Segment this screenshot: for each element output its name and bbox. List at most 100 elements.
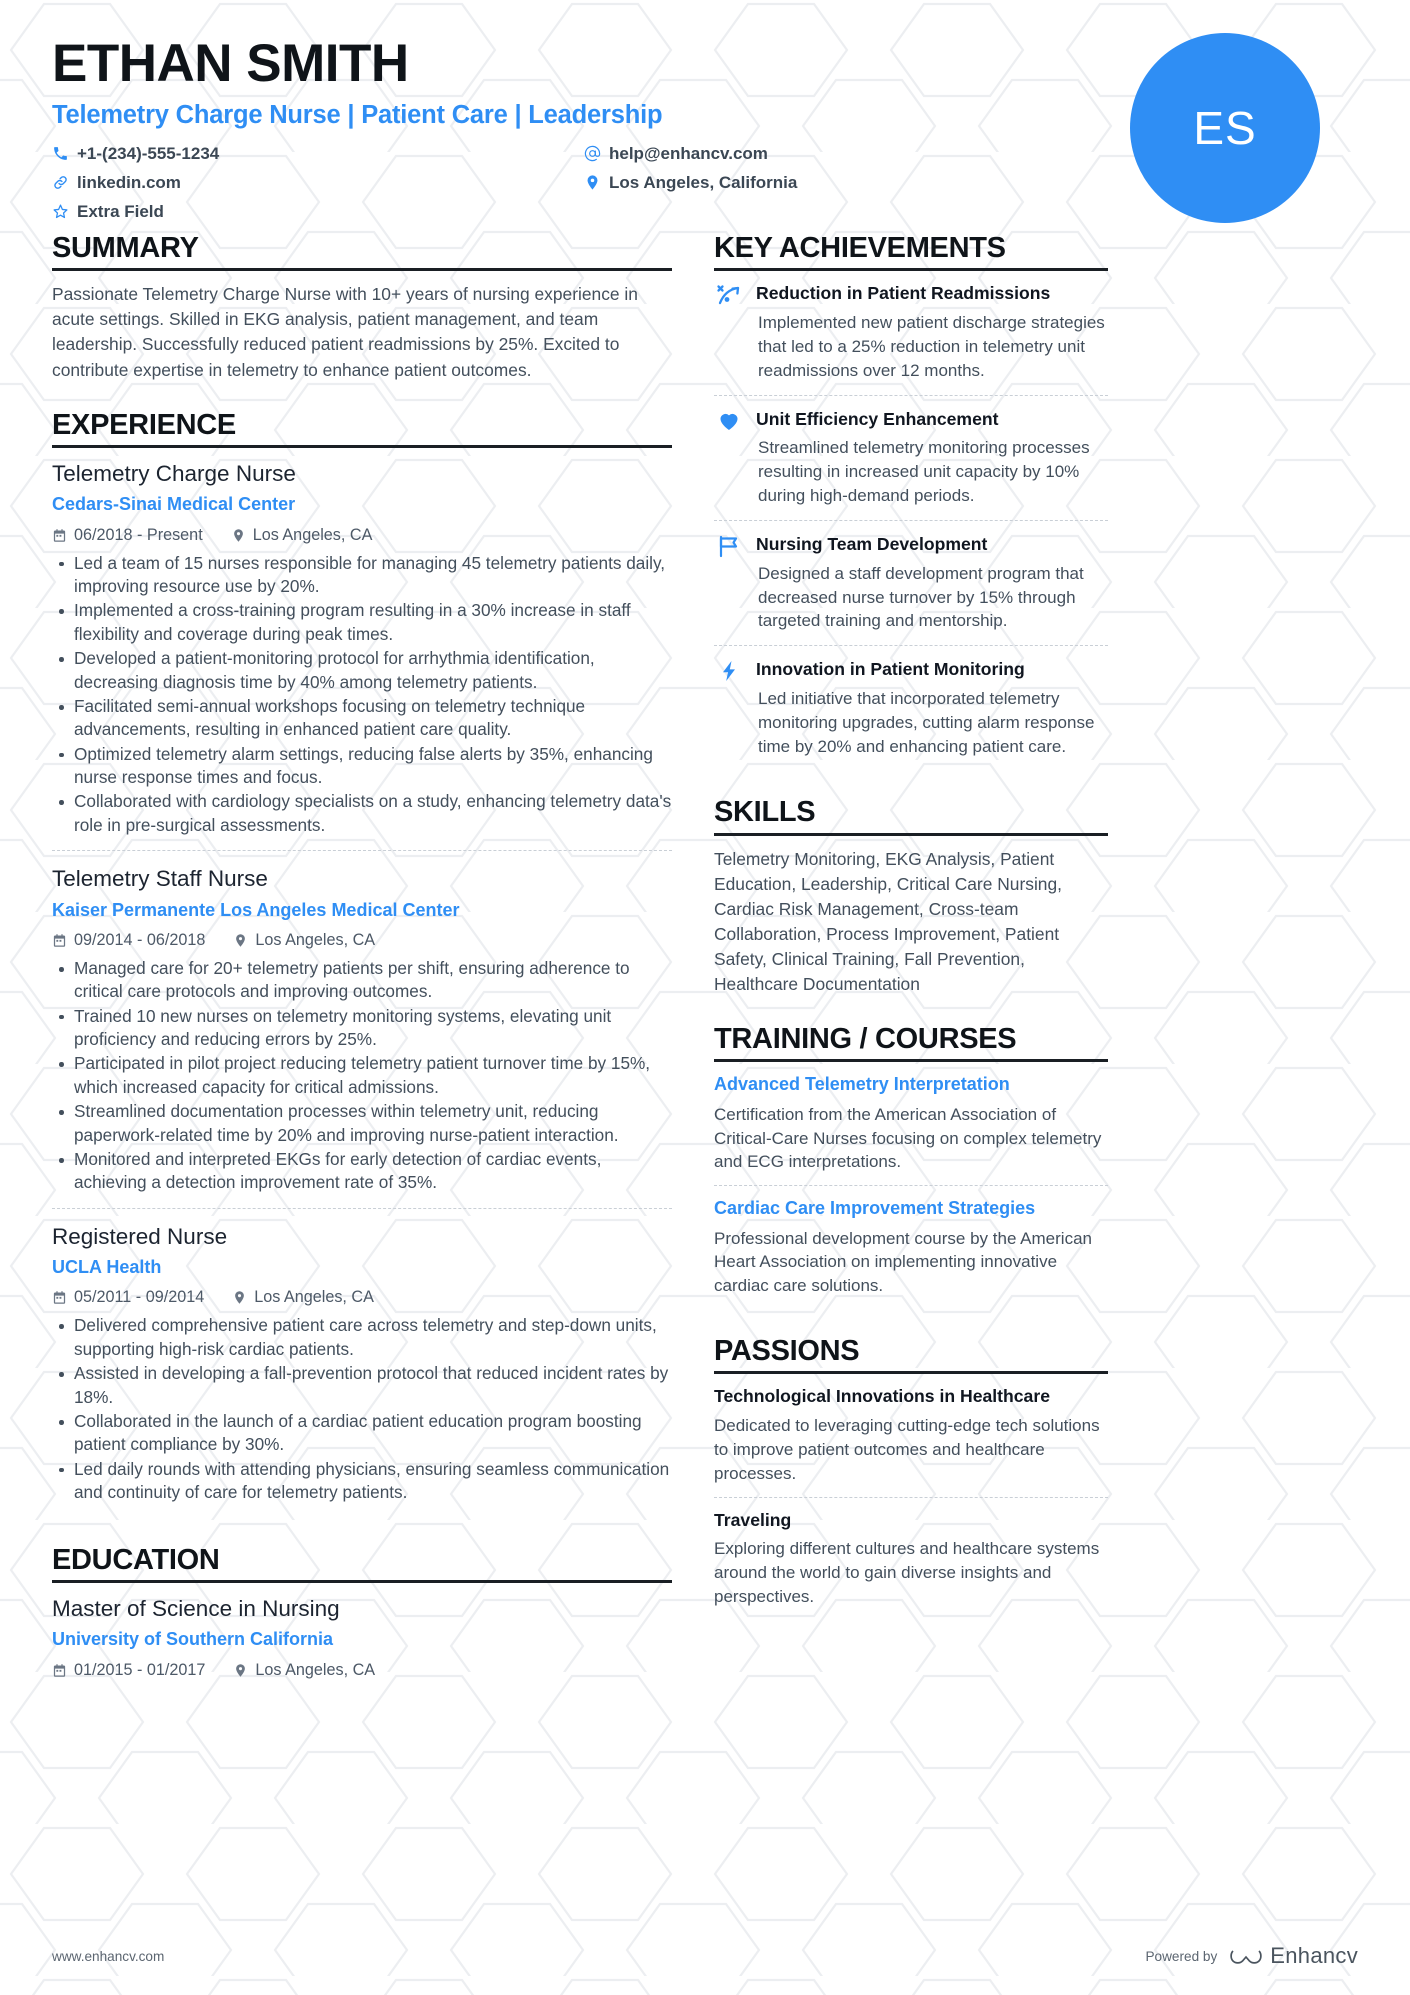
section-divider bbox=[714, 1371, 1108, 1375]
calendar-icon bbox=[52, 528, 67, 543]
contact-extra-field[interactable]: Extra Field bbox=[52, 199, 584, 225]
experience-entry: Telemetry Staff Nurse Kaiser Permanente … bbox=[52, 850, 672, 1208]
calendar-icon bbox=[52, 1290, 67, 1305]
list-item: Collaborated in the launch of a cardiac … bbox=[52, 1410, 672, 1457]
list-item: Managed care for 20+ telemetry patients … bbox=[52, 957, 672, 1004]
contact-linkedin-value: linkedin.com bbox=[77, 172, 181, 192]
job-location-value: Los Angeles, CA bbox=[255, 930, 376, 949]
training-title[interactable]: Advanced Telemetry Interpretation bbox=[714, 1073, 1108, 1096]
footer-site-url[interactable]: www.enhancv.com bbox=[52, 1949, 164, 1964]
experience-entry: Registered Nurse UCLA Health 05/2011 - 0… bbox=[52, 1207, 672, 1518]
resume-header: ETHAN SMITH Telemetry Charge Nurse | Pat… bbox=[52, 0, 1358, 232]
job-meta: 06/2018 - Present Los Angeles, CA bbox=[52, 526, 672, 545]
experience-entry: Telemetry Charge Nurse Cedars-Sinai Medi… bbox=[52, 459, 672, 850]
job-meta: 05/2011 - 09/2014 Los Angeles, CA bbox=[52, 1288, 672, 1307]
section-divider bbox=[714, 1059, 1108, 1063]
achievement-item: Unit Efficiency Enhancement Streamlined … bbox=[714, 394, 1108, 520]
job-bullets: Led a team of 15 nurses responsible for … bbox=[52, 552, 672, 838]
link-icon bbox=[52, 174, 69, 191]
calendar-icon bbox=[52, 933, 67, 948]
contact-linkedin[interactable]: linkedin.com bbox=[52, 170, 584, 196]
section-title-skills: SKILLS bbox=[714, 796, 816, 829]
list-item: Streamlined documentation processes with… bbox=[52, 1100, 672, 1147]
column-gap bbox=[672, 232, 714, 1719]
section-summary: SUMMARY Passionate Telemetry Charge Nurs… bbox=[52, 232, 672, 383]
job-title: Telemetry Staff Nurse bbox=[52, 866, 268, 892]
list-item: Optimized telemetry alarm settings, redu… bbox=[52, 743, 672, 790]
achievement-body: Nursing Team Development Designed a staf… bbox=[756, 533, 1108, 633]
phone-icon bbox=[52, 145, 69, 162]
footer-powered-by-label: Powered by bbox=[1145, 1948, 1218, 1964]
enhancv-mark-icon bbox=[1230, 1950, 1263, 1964]
location-pin-icon bbox=[231, 528, 246, 543]
location-pin-icon bbox=[233, 933, 248, 948]
job-bullets: Delivered comprehensive patient care acr… bbox=[52, 1314, 672, 1504]
resume-page: ETHAN SMITH Telemetry Charge Nurse | Pat… bbox=[0, 0, 1410, 1995]
list-item: Implemented a cross-training program res… bbox=[52, 599, 672, 646]
training-title[interactable]: Cardiac Care Improvement Strategies bbox=[714, 1197, 1108, 1220]
job-meta: 09/2014 - 06/2018 Los Angeles, CA bbox=[52, 931, 672, 950]
avatar: ES bbox=[1130, 33, 1320, 223]
skills-text: Telemetry Monitoring, EKG Analysis, Pati… bbox=[714, 848, 1062, 994]
summary-text: Passionate Telemetry Charge Nurse with 1… bbox=[52, 284, 638, 380]
job-location: Los Angeles, CA bbox=[233, 931, 375, 950]
achievement-title: Reduction in Patient Readmissions bbox=[756, 283, 1051, 304]
achievement-body: Unit Efficiency Enhancement Streamlined … bbox=[756, 408, 1108, 508]
passion-title: Traveling bbox=[714, 1509, 792, 1530]
contact-phone-value: +1-(234)-555-1234 bbox=[77, 143, 220, 163]
section-title-key-achievements: KEY ACHIEVEMENTS bbox=[714, 232, 1006, 264]
education-dates: 01/2015 - 01/2017 bbox=[52, 1661, 205, 1680]
list-item: Monitored and interpreted EKGs for early… bbox=[52, 1148, 672, 1195]
list-item: Led a team of 15 nurses responsible for … bbox=[52, 552, 672, 599]
at-icon bbox=[584, 145, 601, 162]
training-item: Cardiac Care Improvement Strategies Prof… bbox=[714, 1185, 1108, 1309]
company-name[interactable]: Kaiser Permanente Los Angeles Medical Ce… bbox=[52, 899, 672, 922]
job-dates-value: 09/2014 - 06/2018 bbox=[74, 930, 206, 949]
section-divider bbox=[52, 444, 672, 448]
left-column: SUMMARY Passionate Telemetry Charge Nurs… bbox=[52, 232, 672, 1719]
list-item: Facilitated semi-annual workshops focusi… bbox=[52, 695, 672, 742]
company-name[interactable]: Cedars-Sinai Medical Center bbox=[52, 493, 672, 516]
rocket-trend-icon bbox=[714, 282, 744, 308]
job-location-value: Los Angeles, CA bbox=[254, 1288, 374, 1307]
section-skills: SKILLS Telemetry Monitoring, EKG Analysi… bbox=[714, 796, 1108, 997]
section-passions: PASSIONS Technological Innovations in He… bbox=[714, 1335, 1108, 1620]
passion-item: Traveling Exploring different cultures a… bbox=[714, 1496, 1108, 1620]
school-name[interactable]: University of Southern California bbox=[52, 1628, 672, 1651]
job-bullets: Managed care for 20+ telemetry patients … bbox=[52, 957, 672, 1195]
education-location: Los Angeles, CA bbox=[233, 1661, 375, 1680]
passion-item: Technological Innovations in Healthcare … bbox=[714, 1385, 1108, 1496]
enhancv-logo: Enhancv bbox=[1229, 1943, 1358, 1969]
list-item: Trained 10 new nurses on telemetry monit… bbox=[52, 1005, 672, 1052]
right-column: KEY ACHIEVEMENTS Reduction in Patient Re… bbox=[714, 232, 1108, 1719]
achievement-item: Reduction in Patient Readmissions Implem… bbox=[714, 282, 1108, 394]
section-title-education: EDUCATION bbox=[52, 1543, 220, 1576]
contact-extra-field-value: Extra Field bbox=[77, 201, 164, 221]
contact-phone[interactable]: +1-(234)-555-1234 bbox=[52, 141, 584, 167]
achievement-description: Implemented new patient discharge strate… bbox=[758, 313, 1105, 380]
training-description: Certification from the American Associat… bbox=[714, 1104, 1102, 1172]
education-entry: Master of Science in Nursing University … bbox=[52, 1594, 672, 1699]
list-item: Assisted in developing a fall-prevention… bbox=[52, 1362, 672, 1409]
achievement-description: Designed a staff development program tha… bbox=[758, 563, 1084, 631]
location-pin-icon bbox=[232, 1290, 247, 1305]
enhancv-wordmark: Enhancv bbox=[1270, 1943, 1358, 1968]
star-icon bbox=[52, 203, 69, 220]
job-location: Los Angeles, CA bbox=[231, 526, 372, 545]
list-item: Led daily rounds with attending physicia… bbox=[52, 1458, 672, 1505]
job-dates: 06/2018 - Present bbox=[52, 526, 203, 545]
achievement-title: Nursing Team Development bbox=[756, 533, 988, 554]
list-item: Developed a patient-monitoring protocol … bbox=[52, 647, 672, 694]
achievement-description: Streamlined telemetry monitoring process… bbox=[758, 438, 1090, 506]
job-dates: 09/2014 - 06/2018 bbox=[52, 931, 205, 950]
achievement-body: Innovation in Patient Monitoring Led ini… bbox=[756, 658, 1108, 758]
company-name[interactable]: UCLA Health bbox=[52, 1256, 672, 1279]
footer-branding: Powered by Enhancv bbox=[1145, 1943, 1358, 1969]
job-dates-value: 06/2018 - Present bbox=[74, 525, 203, 544]
section-divider bbox=[52, 268, 672, 272]
avatar-initials: ES bbox=[1193, 102, 1257, 154]
job-location: Los Angeles, CA bbox=[232, 1288, 374, 1307]
section-experience: EXPERIENCE Telemetry Charge Nurse Cedars… bbox=[52, 409, 672, 1518]
list-item: Delivered comprehensive patient care acr… bbox=[52, 1314, 672, 1361]
section-title-training-courses: TRAINING / COURSES bbox=[714, 1023, 1017, 1056]
